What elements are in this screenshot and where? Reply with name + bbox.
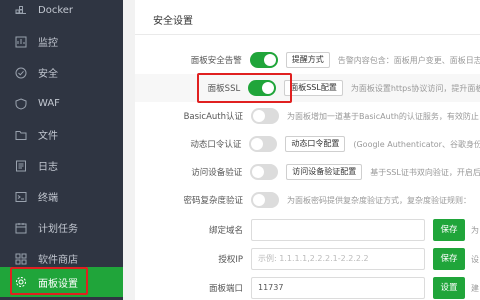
page-title: 安全设置 (153, 16, 193, 27)
setting-row-basicauth: BasicAuth认证 为面板增加一道基于BasicAuth的认证服务，有效防止 (135, 102, 480, 130)
setting-label: 绑定域名 (208, 226, 243, 236)
sidebar-item-docker[interactable]: Docker (0, 0, 123, 26)
device-verify-toggle[interactable] (250, 164, 279, 180)
setting-label: 动态口令认证 (190, 140, 242, 150)
sidebar-item-label: 安全 (38, 69, 58, 80)
setting-desc: 为面板设置https协议访问，提升面板 (350, 83, 480, 93)
sidebar-item-security[interactable]: 安全 (0, 57, 123, 88)
alarm-method-button[interactable]: 提醒方式 (285, 52, 330, 68)
settings-panel: 安全设置 面板安全告警 提醒方式 告警内容包含：面板用户变更、面板日志 面板SS… (135, 0, 480, 300)
setting-row-ssl: 面板SSL 面板SSL配置 为面板设置https协议访问，提升面板 (135, 74, 480, 102)
setting-label: BasicAuth认证 (183, 112, 243, 122)
password-complexity-toggle[interactable] (251, 192, 279, 208)
setting-row-dynamic-auth: 动态口令认证 动态口令配置 (Google Authenticator、谷歌身份 (135, 130, 480, 158)
main-content: 安全设置 面板安全告警 提醒方式 告警内容包含：面板用户变更、面板日志 面板SS… (123, 0, 480, 300)
highlight-box (10, 267, 88, 295)
setting-label: 面板端口 (208, 284, 243, 294)
domain-save-button[interactable]: 保存 (433, 219, 465, 241)
dynamic-auth-config-button[interactable]: 动态口令配置 (285, 136, 346, 152)
sidebar-item-label: 文件 (38, 131, 58, 142)
sidebar-item-label: 计划任务 (38, 224, 78, 235)
docker-icon (14, 4, 28, 18)
sidebar-item-monitor[interactable]: 监控 (0, 26, 123, 57)
panel-port-input[interactable]: 11737 (251, 277, 425, 299)
calendar-icon (14, 221, 28, 235)
folder-icon (14, 128, 28, 142)
setting-row-panel-port: 面板端口 11737 设置 建 (135, 274, 480, 300)
terminal-icon (14, 190, 28, 204)
setting-row-device-verify: 访问设备验证 访问设备验证配置 基于SSL证书双向验证，开启后 (135, 158, 480, 186)
setting-desc: (Google Authenticator、谷歌身份 (353, 139, 480, 149)
ssl-config-button[interactable]: 面板SSL配置 (284, 80, 343, 96)
domain-input[interactable] (251, 219, 425, 241)
setting-desc: 为面板增加一道基于BasicAuth的认证服务，有效防止 (287, 111, 479, 121)
setting-desc: 告警内容包含：面板用户变更、面板日志 (337, 55, 480, 65)
sidebar-item-label: 监控 (38, 38, 58, 49)
setting-desc: 为 (471, 225, 479, 235)
setting-row-password-complexity: 密码复杂度验证 为面板密码提供复杂度验证方式，复杂度验证规则： (135, 186, 480, 214)
ip-save-button[interactable]: 保存 (433, 248, 465, 270)
sidebar-item-label: Docker (38, 5, 74, 16)
setting-desc: 为面板密码提供复杂度验证方式，复杂度验证规则： (287, 195, 471, 205)
waf-icon (14, 97, 28, 111)
sidebar-item-waf[interactable]: WAF (0, 88, 123, 119)
port-set-button[interactable]: 设置 (433, 277, 465, 299)
sidebar: Docker 监控 安全 WAF 文件 日志 终端 计划任务 软件商店 面板设置 (0, 0, 123, 300)
dynamic-auth-toggle[interactable] (249, 136, 278, 152)
basicauth-toggle[interactable] (251, 108, 279, 124)
sidebar-item-files[interactable]: 文件 (0, 119, 123, 150)
setting-label: 授权IP (218, 255, 243, 265)
setting-label: 访问设备验证 (191, 168, 243, 178)
setting-desc: 建 (471, 283, 479, 293)
alarm-toggle[interactable] (249, 52, 278, 68)
setting-row-alarm: 面板安全告警 提醒方式 告警内容包含：面板用户变更、面板日志 (135, 46, 480, 74)
log-icon (14, 159, 28, 173)
setting-label: 密码复杂度验证 (183, 196, 243, 206)
setting-desc: 基于SSL证书双向验证，开启后 (370, 167, 480, 177)
sidebar-item-label: 日志 (38, 162, 58, 173)
device-verify-config-button[interactable]: 访问设备验证配置 (286, 164, 363, 180)
sidebar-item-label: 终端 (38, 193, 58, 204)
highlight-box (197, 73, 292, 103)
sidebar-item-label: WAF (38, 98, 60, 109)
sidebar-item-terminal[interactable]: 终端 (0, 181, 123, 212)
store-icon (14, 252, 28, 266)
sidebar-item-label: 软件商店 (38, 255, 78, 266)
setting-desc: 设 (471, 254, 479, 264)
shield-icon (14, 66, 28, 80)
authorized-ip-input[interactable]: 示例: 1.1.1.1,2.2.2.1-2.2.2.2 (251, 248, 425, 270)
setting-label: 面板安全告警 (190, 56, 242, 66)
setting-row-authorized-ip: 授权IP 示例: 1.1.1.1,2.2.2.1-2.2.2.2 保存 设 (135, 245, 480, 273)
monitor-icon (14, 35, 28, 49)
sidebar-item-cron[interactable]: 计划任务 (0, 212, 123, 243)
divider (135, 34, 480, 35)
setting-row-domain: 绑定域名 保存 为 (135, 216, 480, 244)
sidebar-item-logs[interactable]: 日志 (0, 150, 123, 181)
